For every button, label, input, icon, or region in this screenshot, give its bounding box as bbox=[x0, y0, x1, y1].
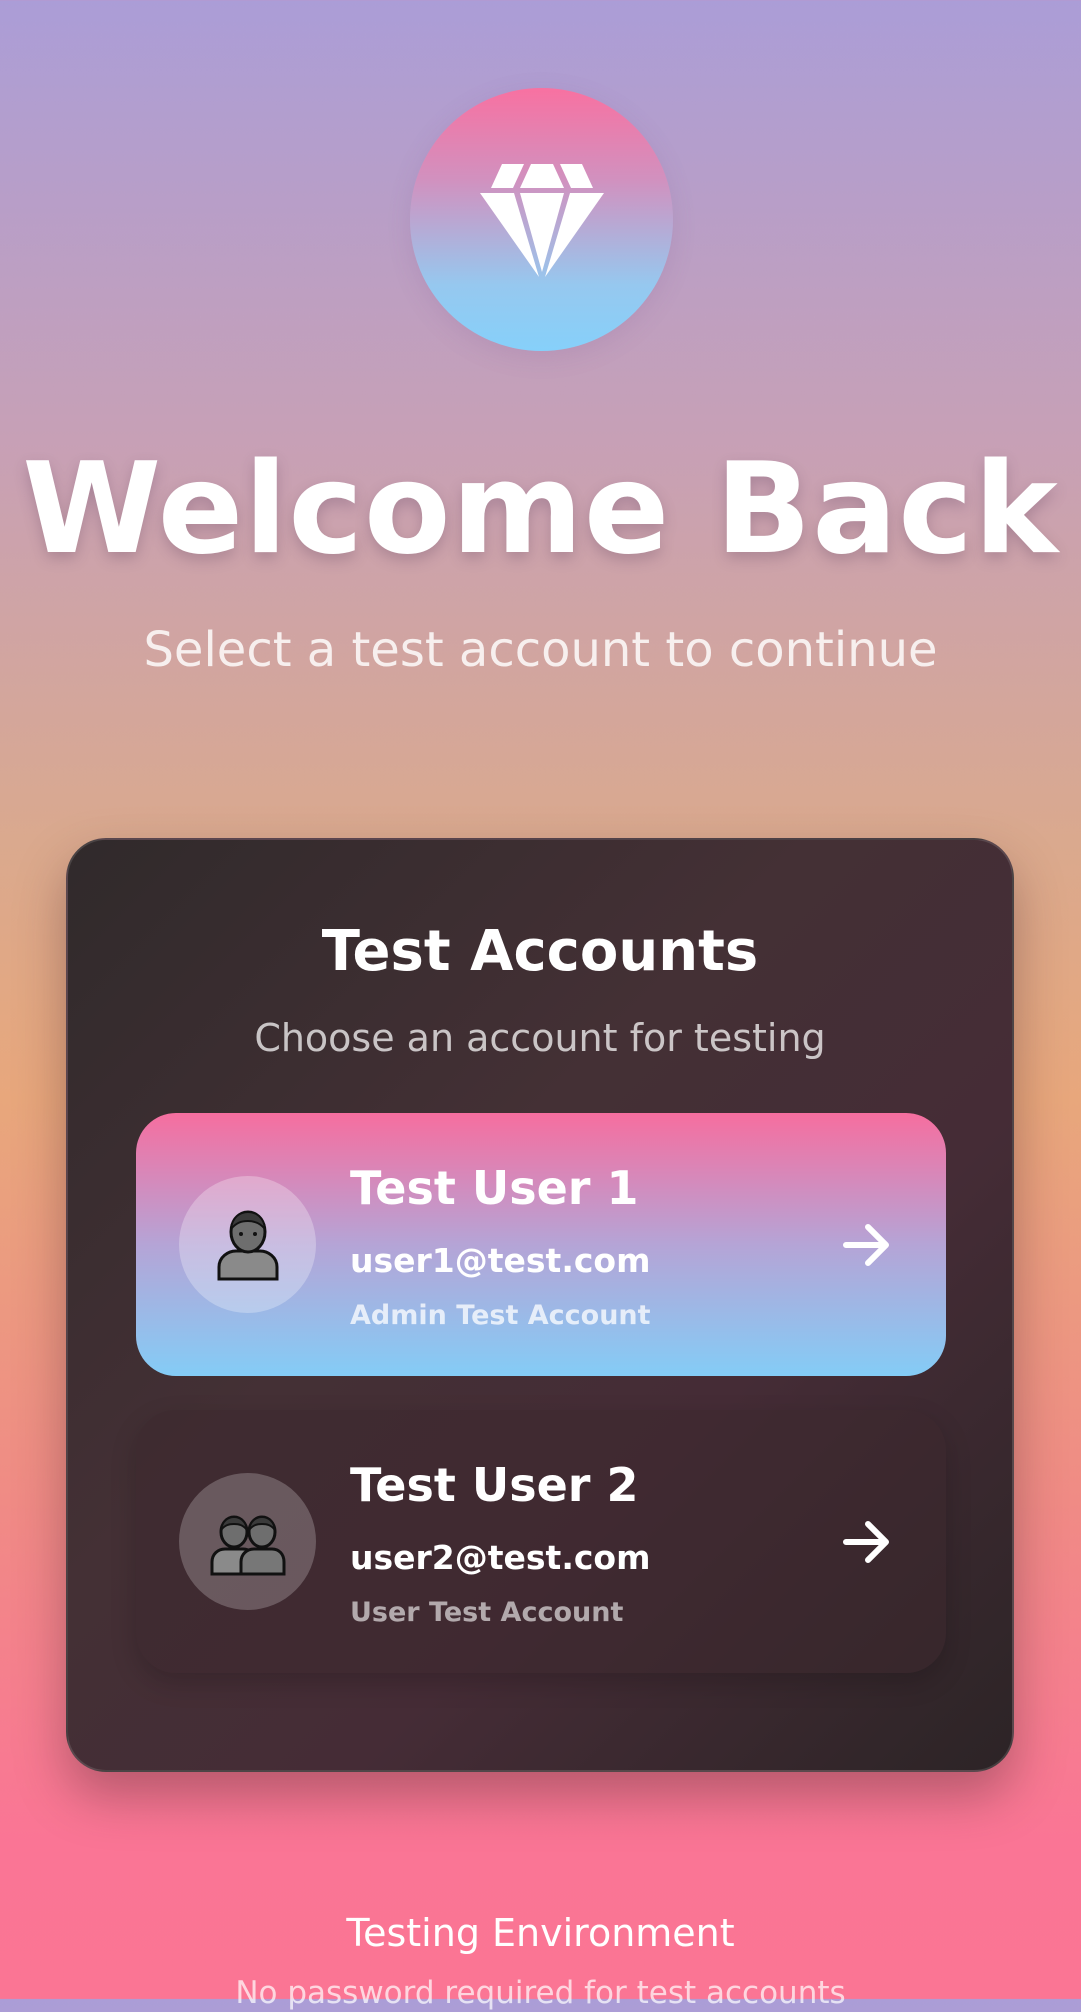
person-icon bbox=[217, 1210, 278, 1280]
page-title: Welcome Back bbox=[22, 435, 1059, 582]
avatar bbox=[179, 1176, 316, 1313]
avatar bbox=[179, 1473, 316, 1610]
account-name: Test User 1 bbox=[350, 1161, 639, 1215]
account-option-test-user-1[interactable]: Test User 1 user1@test.com Admin Test Ac… bbox=[136, 1113, 946, 1376]
account-name: Test User 2 bbox=[350, 1458, 639, 1512]
footer-title: Testing Environment bbox=[346, 1911, 735, 1955]
card-title: Test Accounts bbox=[321, 919, 759, 984]
app-logo bbox=[410, 88, 673, 351]
arrow-right-icon bbox=[843, 1224, 889, 1266]
account-role: User Test Account bbox=[350, 1597, 624, 1628]
footer-subtitle: No password required for test accounts bbox=[235, 1975, 846, 2011]
page-subtitle: Select a test account to continue bbox=[143, 622, 938, 678]
arrow-right-icon bbox=[843, 1521, 889, 1563]
card-subtitle: Choose an account for testing bbox=[254, 1016, 826, 1060]
test-accounts-card: Test Accounts Choose an account for test… bbox=[66, 838, 1014, 1772]
two-people-icon bbox=[210, 1515, 285, 1575]
diamond-icon bbox=[479, 163, 604, 277]
account-email: user2@test.com bbox=[350, 1538, 651, 1577]
account-option-test-user-2[interactable]: Test User 2 user2@test.com User Test Acc… bbox=[136, 1410, 946, 1673]
account-role: Admin Test Account bbox=[350, 1300, 651, 1331]
account-email: user1@test.com bbox=[350, 1241, 651, 1280]
